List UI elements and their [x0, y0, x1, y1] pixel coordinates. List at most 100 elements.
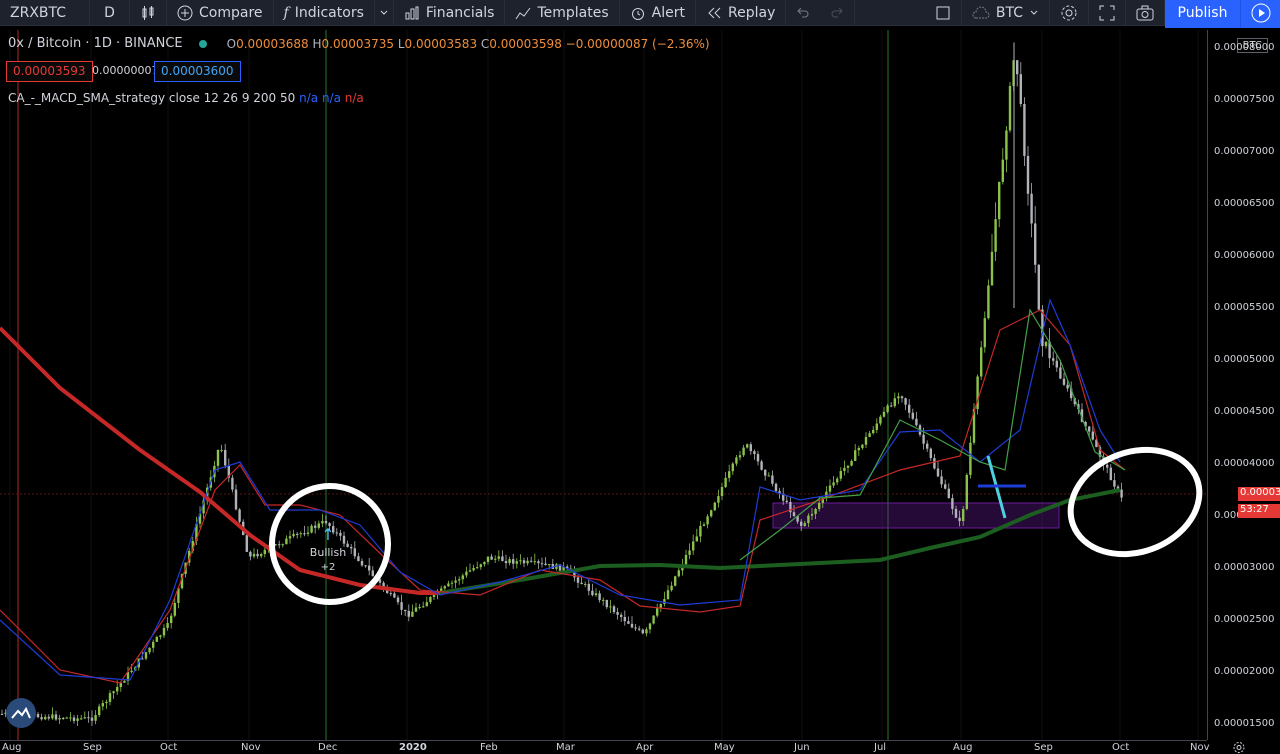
- symbol-title[interactable]: 0x / Bitcoin · 1D · BINANCE: [8, 36, 183, 51]
- replay-button[interactable]: Replay: [696, 0, 787, 26]
- candle-body: [490, 556, 493, 560]
- candle-body: [112, 691, 115, 694]
- candle-body: [429, 597, 432, 603]
- candle-body: [591, 590, 594, 596]
- candle-body: [857, 447, 860, 451]
- candle-body: [699, 525, 702, 537]
- candle-body: [425, 602, 428, 607]
- candle-body: [252, 553, 256, 557]
- candle-body: [1016, 60, 1019, 75]
- candle-body: [666, 590, 670, 600]
- ask-price-box[interactable]: 0.00003600: [154, 61, 241, 82]
- candle-body: [548, 564, 551, 566]
- candle-body: [519, 560, 522, 562]
- compare-button[interactable]: Compare: [167, 0, 274, 26]
- candle-body: [872, 429, 875, 434]
- candle-body: [746, 444, 749, 448]
- candle-body: [0, 713, 4, 715]
- publish-button[interactable]: Publish: [1165, 0, 1240, 28]
- candle-body: [893, 398, 896, 407]
- candle-body: [951, 498, 954, 509]
- candle-body: [414, 607, 418, 612]
- ohlc-values: O0.00003688 H0.00003735 L0.00003583 C0.0…: [226, 36, 710, 51]
- candle-body: [803, 523, 806, 526]
- candle-body: [162, 628, 166, 636]
- candle-body: [476, 567, 479, 569]
- candle-body: [357, 556, 360, 562]
- indicator-legend[interactable]: CA_-_MACD_SMA_strategy close 12 26 9 200…: [8, 91, 364, 105]
- price-axis[interactable]: 0.00008000 0.00007500 0.00007000 0.00006500…: [1207, 30, 1280, 740]
- candle-body: [832, 482, 835, 486]
- candle-body: [1109, 467, 1112, 481]
- function-icon: f: [283, 4, 289, 21]
- interval-button[interactable]: D: [90, 0, 130, 26]
- candle-body: [612, 606, 616, 613]
- tradingview-logo[interactable]: [6, 698, 36, 728]
- fullscreen-toggle[interactable]: [925, 0, 962, 26]
- chart-type-button[interactable]: [130, 0, 167, 26]
- candle-body: [62, 718, 65, 720]
- candle-body: [256, 553, 259, 557]
- candle-body: [494, 558, 497, 560]
- candle-body: [368, 565, 371, 571]
- candle-body: [450, 582, 454, 584]
- templates-button[interactable]: Templates: [505, 0, 620, 26]
- candle-body: [807, 515, 810, 524]
- time-tick: 2020: [399, 742, 427, 753]
- candle-body: [908, 404, 911, 413]
- candle-body: [1008, 86, 1012, 131]
- candle-body: [105, 701, 108, 704]
- candle-body: [540, 563, 544, 565]
- candle-body: [620, 614, 623, 617]
- candle-body: [411, 611, 414, 617]
- candle-body: [771, 475, 774, 484]
- time-axis[interactable]: Aug Sep Oct Nov Dec 2020 Feb Mar Apr May Jun Jul Aug…: [0, 740, 1210, 754]
- candle-body: [738, 455, 742, 458]
- currency-selector[interactable]: BTC: [962, 0, 1050, 26]
- candle-body: [742, 447, 745, 456]
- candle-body: [926, 443, 929, 449]
- candle-body: [418, 606, 421, 608]
- highlight-ellipse: [1067, 446, 1203, 558]
- play-button[interactable]: [1240, 0, 1280, 28]
- candle-body: [695, 536, 698, 542]
- candle-body: [944, 484, 947, 489]
- price-chart[interactable]: ↑ Bullish +2: [0, 30, 1280, 740]
- axis-settings-icon[interactable]: [1232, 741, 1246, 754]
- candle-body: [810, 514, 814, 516]
- financials-label: Financials: [425, 4, 495, 21]
- symbol-search[interactable]: ZRXBTC: [0, 0, 90, 26]
- candle-body: [1088, 426, 1091, 432]
- candle-body: [1023, 103, 1026, 156]
- candle-body: [922, 434, 925, 444]
- candle-body: [360, 561, 364, 566]
- fullscreen-button[interactable]: [1089, 0, 1126, 26]
- alert-button[interactable]: Alert: [620, 0, 696, 26]
- undo-button[interactable]: [786, 0, 820, 26]
- candle-body: [717, 496, 720, 503]
- price-tick: 0.00007500: [1214, 93, 1275, 105]
- candle-body: [882, 411, 886, 417]
- candle-body: [335, 532, 338, 534]
- redo-button[interactable]: [820, 0, 856, 26]
- candle-body: [310, 525, 313, 533]
- candle-body: [749, 444, 752, 452]
- undo-icon: [797, 7, 809, 17]
- time-tick: Oct: [1112, 742, 1130, 753]
- candle-body: [670, 585, 673, 591]
- live-dot-icon: [198, 39, 207, 48]
- candle-body: [940, 476, 943, 485]
- candle-body: [346, 543, 349, 548]
- candle-body: [861, 444, 864, 448]
- snapshot-button[interactable]: [1126, 0, 1165, 26]
- candle-body: [818, 502, 821, 509]
- bid-price-box[interactable]: 0.00003593: [6, 61, 93, 82]
- indicators-button[interactable]: f Indicators: [274, 0, 375, 26]
- indicators-dropdown[interactable]: [375, 0, 394, 26]
- chart-grid: [0, 30, 1207, 740]
- candle-body: [904, 398, 907, 405]
- financials-button[interactable]: Financials: [394, 0, 506, 26]
- candle-body: [598, 593, 601, 601]
- settings-button[interactable]: [1050, 0, 1089, 26]
- candle-body: [998, 181, 1001, 220]
